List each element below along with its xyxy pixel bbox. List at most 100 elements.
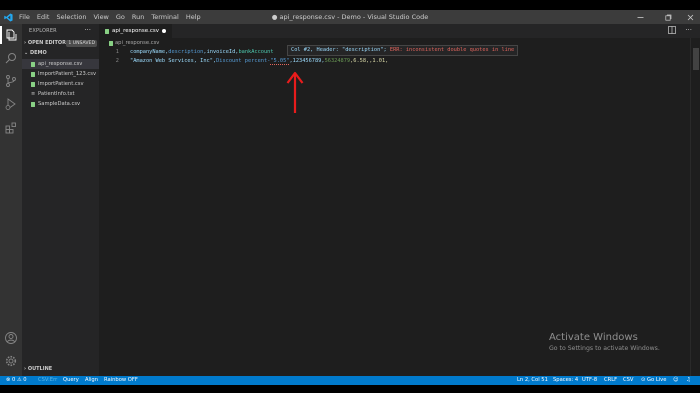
cell-text: bankAccount xyxy=(238,49,274,55)
tab-api-response[interactable]: api_response.csv xyxy=(99,24,172,38)
cell-text: ,invoiceId, xyxy=(203,49,239,55)
minimize-icon[interactable] xyxy=(628,10,652,24)
close-window-icon[interactable] xyxy=(678,10,700,24)
activate-subtitle: Go to Settings to activate Windows. xyxy=(549,345,660,352)
vscode-window: File Edit Selection View Go Run Terminal… xyxy=(0,0,700,393)
code-editor[interactable]: 1 companyName,description,invoiceId,bankA… xyxy=(99,48,689,348)
file-name: PatientInfo.txt xyxy=(38,91,75,97)
indentation[interactable]: Spaces: 4 xyxy=(553,376,578,385)
code-line-1: 1 companyName,description,invoiceId,bankA… xyxy=(99,48,274,57)
cell-text: companyName, xyxy=(130,49,169,55)
cell-text: "5.05" xyxy=(270,58,290,65)
outline-label: OUTLINE xyxy=(27,366,53,372)
language-mode[interactable]: CSV xyxy=(623,376,633,385)
folder-label: DEMO xyxy=(29,50,47,56)
text-file-icon: ≡ xyxy=(31,90,36,97)
vertical-scrollbar[interactable] xyxy=(690,38,700,376)
csv-file-icon xyxy=(109,40,113,46)
source-control-icon[interactable] xyxy=(4,74,18,88)
cell-text: Discount percent- xyxy=(216,58,271,64)
run-debug-icon[interactable] xyxy=(4,97,18,111)
menu-view[interactable]: View xyxy=(93,13,108,21)
file-item-sampledata[interactable]: SampleData.csv xyxy=(22,99,99,109)
open-editors-label: OPEN EDITORS xyxy=(27,40,70,46)
menu-go[interactable]: Go xyxy=(116,13,125,21)
settings-gear-icon[interactable] xyxy=(4,354,18,368)
code-line-2: 2 "Amazon Web Services, Inc",Discount per… xyxy=(99,57,388,66)
line-number: 1 xyxy=(115,49,119,55)
bottom-border xyxy=(0,385,700,393)
file-name: ImportPatient.csv xyxy=(38,81,84,87)
outline-section[interactable]: › OUTLINE xyxy=(24,366,52,372)
title-bar: File Edit Selection View Go Run Terminal… xyxy=(0,10,700,24)
menu-help[interactable]: Help xyxy=(186,13,201,21)
activate-title: Activate Windows xyxy=(549,332,638,343)
csv-file-icon xyxy=(31,71,35,77)
chevron-right-icon: › xyxy=(24,40,27,46)
unsaved-badge: 1 UNSAVED xyxy=(66,40,97,47)
open-editors-section[interactable]: › OPEN EDITORS xyxy=(24,40,70,46)
unsaved-dot-icon[interactable] xyxy=(162,29,166,33)
explorer-title: EXPLORER xyxy=(29,28,57,34)
activity-bar xyxy=(0,24,22,376)
csv-file-icon xyxy=(105,28,109,34)
more-actions-icon[interactable]: ··· xyxy=(685,26,692,34)
hover-error: ERR: inconsistent double quotes in line xyxy=(389,47,515,53)
feedback-icon[interactable]: ☺ xyxy=(673,376,678,385)
file-item-importpatient-123[interactable]: ImportPatient_123.csv xyxy=(22,69,99,79)
vscode-logo-icon xyxy=(4,12,13,22)
notifications-bell-icon[interactable]: ♫ xyxy=(686,376,691,385)
menu-edit[interactable]: Edit xyxy=(37,13,50,21)
search-icon[interactable] xyxy=(4,51,18,65)
align-button[interactable]: Align xyxy=(85,376,98,385)
cell-text: ,6.58,,1.01, xyxy=(350,58,389,64)
extensions-icon[interactable] xyxy=(4,121,18,135)
breadcrumb-file[interactable]: api_response.csv xyxy=(115,40,159,46)
csv-file-icon xyxy=(31,81,35,87)
more-actions-icon[interactable]: ··· xyxy=(84,26,91,34)
encoding[interactable]: UTF-8 xyxy=(582,376,597,385)
account-icon[interactable] xyxy=(4,331,18,345)
split-editor-icon[interactable] xyxy=(668,26,677,34)
cell-text: 56324879 xyxy=(324,58,351,64)
rainbow-toggle[interactable]: Rainbow OFF xyxy=(104,376,138,385)
folder-demo[interactable]: ⌄ DEMO xyxy=(24,50,47,56)
menu-selection[interactable]: Selection xyxy=(56,13,86,21)
file-item-api-response[interactable]: api_response.csv xyxy=(22,59,99,69)
menu-file[interactable]: File xyxy=(19,13,30,21)
explorer-icon[interactable] xyxy=(4,28,18,42)
explorer-sidebar: EXPLORER ··· › OPEN EDITORS 1 UNSAVED ⌄ … xyxy=(22,24,99,376)
go-live-button[interactable]: ⊙ Go Live xyxy=(641,376,666,385)
file-item-importpatient[interactable]: ImportPatient.csv xyxy=(22,79,99,89)
csv-file-icon xyxy=(31,101,35,107)
menu-terminal[interactable]: Terminal xyxy=(151,13,178,21)
query-button[interactable]: Query xyxy=(63,376,79,385)
top-border xyxy=(0,0,700,10)
hover-tooltip: Col #2, Header: "description"; ERR: inco… xyxy=(287,45,519,56)
chevron-right-icon: › xyxy=(24,366,27,372)
line-number: 2 xyxy=(115,58,119,64)
tab-label: api_response.csv xyxy=(112,28,160,34)
problems-indicator[interactable]: ⊗ 0 ⚠ 0 xyxy=(6,376,27,385)
editor-actions: ··· xyxy=(668,26,692,34)
line-ending[interactable]: CRLF xyxy=(604,376,617,385)
file-name: api_response.csv xyxy=(38,61,83,67)
menu-run[interactable]: Run xyxy=(132,13,144,21)
cell-text: description xyxy=(168,49,204,55)
hover-info: Col #2, Header: "description"; xyxy=(291,47,387,53)
restore-icon[interactable] xyxy=(656,10,680,24)
chevron-down-icon: ⌄ xyxy=(24,50,29,56)
csv-file-icon xyxy=(31,61,35,67)
active-indicator xyxy=(0,26,2,44)
file-name: SampleData.csv xyxy=(38,101,81,107)
editor-tab-bar: api_response.csv ··· xyxy=(99,24,700,38)
scroll-thumb[interactable] xyxy=(693,48,699,70)
status-bar: ⊗ 0 ⚠ 0 CSV:Err Query Align Rainbow OFF … xyxy=(0,376,700,385)
csv-error-indicator[interactable]: CSV:Err xyxy=(38,376,57,385)
file-item-patientinfo[interactable]: ≡ PatientInfo.txt xyxy=(22,89,99,99)
red-arrow-annotation xyxy=(286,71,304,113)
cell-text: ,123456789, xyxy=(289,58,325,64)
breadcrumb: api_response.csv xyxy=(99,38,159,48)
cursor-position[interactable]: Ln 2, Col 51 xyxy=(517,376,548,385)
activate-windows-watermark: Activate Windows Go to Settings to activ… xyxy=(549,332,660,352)
